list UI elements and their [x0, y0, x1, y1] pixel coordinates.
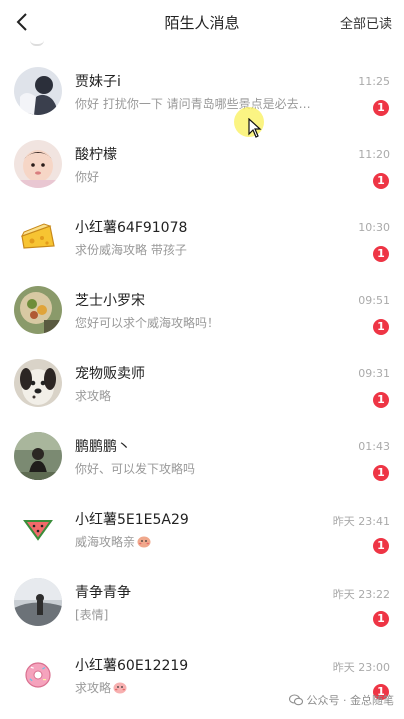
message-time: 昨天 23:00 — [332, 661, 390, 674]
unread-badge: 1 — [373, 392, 389, 408]
message-preview: 你好、可以发下攻略吗 — [75, 462, 196, 476]
photo-person-avatar — [14, 432, 62, 480]
message-time: 11:25 — [358, 75, 390, 88]
cheese-avatar — [14, 213, 62, 261]
unread-badge: 1 — [373, 319, 389, 335]
sender-name: 青争青争 — [75, 585, 131, 601]
message-time: 10:30 — [358, 221, 390, 234]
message-row[interactable]: 酸柠檬 你好 11:20 1 — [0, 130, 404, 203]
message-time: 09:51 — [358, 294, 390, 307]
sender-name: 芝士小罗宋 — [75, 293, 145, 309]
sender-name: 小红薯60E12219 — [75, 658, 189, 674]
unread-badge: 1 — [373, 611, 389, 627]
sender-name: 宠物贩卖师 — [75, 366, 145, 382]
sender-name: 贾妹子i — [75, 74, 121, 90]
photo-girl-avatar — [14, 67, 62, 115]
message-row[interactable]: 鹏鹏鹏丶 你好、可以发下攻略吗 01:43 1 — [0, 422, 404, 495]
unread-badge: 1 — [373, 538, 389, 554]
message-row[interactable]: 芝士小罗宋 您好可以求个威海攻略吗！ 09:51 1 — [0, 276, 404, 349]
mark-all-read-button[interactable]: 全部已读 — [340, 13, 392, 32]
message-row[interactable]: 宠物贩卖师 求攻略 09:31 1 — [0, 349, 404, 422]
message-list: 贾妹子i 你好 打扰你一下 请问青岛哪些景点是必去… 11:25 1 酸柠檬 你… — [0, 57, 404, 714]
message-time: 09:31 — [358, 367, 390, 380]
stranger-messages-screen: 陌生人消息 全部已读 贾妹子i 你好 打扰你一下 请问青岛哪些景点是必去… 11… — [0, 0, 404, 719]
unread-badge: 1 — [373, 246, 389, 262]
unread-badge: 1 — [373, 100, 389, 116]
message-time: 昨天 23:41 — [332, 515, 390, 528]
scroll-indicator — [30, 40, 44, 46]
photo-landscape-avatar — [14, 578, 62, 626]
message-preview: 你好 打扰你一下 请问青岛哪些景点是必去… — [75, 97, 311, 111]
message-row[interactable]: 小红薯64F91078 求份威海攻略 带孩子 10:30 1 — [0, 203, 404, 276]
message-preview: 求攻略 — [75, 389, 112, 403]
watermelon-avatar — [14, 505, 62, 553]
message-row[interactable]: 小红薯5E1E5A29 威海攻略亲 昨天 23:41 1 — [0, 495, 404, 568]
photo-dog-avatar — [14, 359, 62, 407]
sender-name: 酸柠檬 — [75, 147, 117, 163]
photo-baby-avatar — [14, 140, 62, 188]
wechat-icon — [288, 694, 303, 706]
message-preview: [表情] — [75, 608, 109, 622]
photo-food-avatar — [14, 286, 62, 334]
blush-emoji-icon — [137, 536, 151, 548]
sender-name: 小红薯64F91078 — [75, 220, 188, 236]
watermark-text: 公众号 · 金总随笔 — [306, 694, 395, 707]
mouse-pointer-icon — [248, 118, 262, 138]
blush-emoji-icon — [113, 682, 127, 694]
donut-avatar — [14, 651, 62, 699]
unread-badge: 1 — [373, 173, 389, 189]
message-row[interactable]: 青争青争 [表情] 昨天 23:22 1 — [0, 568, 404, 641]
message-time: 昨天 23:22 — [332, 588, 390, 601]
message-preview: 你好 — [75, 170, 100, 184]
message-preview: 求份威海攻略 带孩子 — [75, 243, 187, 257]
sender-name: 鹏鹏鹏丶 — [75, 439, 131, 455]
watermark: 公众号 · 金总随笔 — [288, 692, 395, 708]
message-preview: 威海攻略亲 — [75, 533, 355, 550]
unread-badge: 1 — [373, 465, 389, 481]
message-row[interactable]: 贾妹子i 你好 打扰你一下 请问青岛哪些景点是必去… 11:25 1 — [0, 57, 404, 130]
message-preview: 您好可以求个威海攻略吗！ — [75, 316, 220, 330]
message-time: 01:43 — [358, 440, 390, 453]
message-time: 11:20 — [358, 148, 390, 161]
header: 陌生人消息 全部已读 — [0, 0, 404, 46]
sender-name: 小红薯5E1E5A29 — [75, 512, 189, 528]
